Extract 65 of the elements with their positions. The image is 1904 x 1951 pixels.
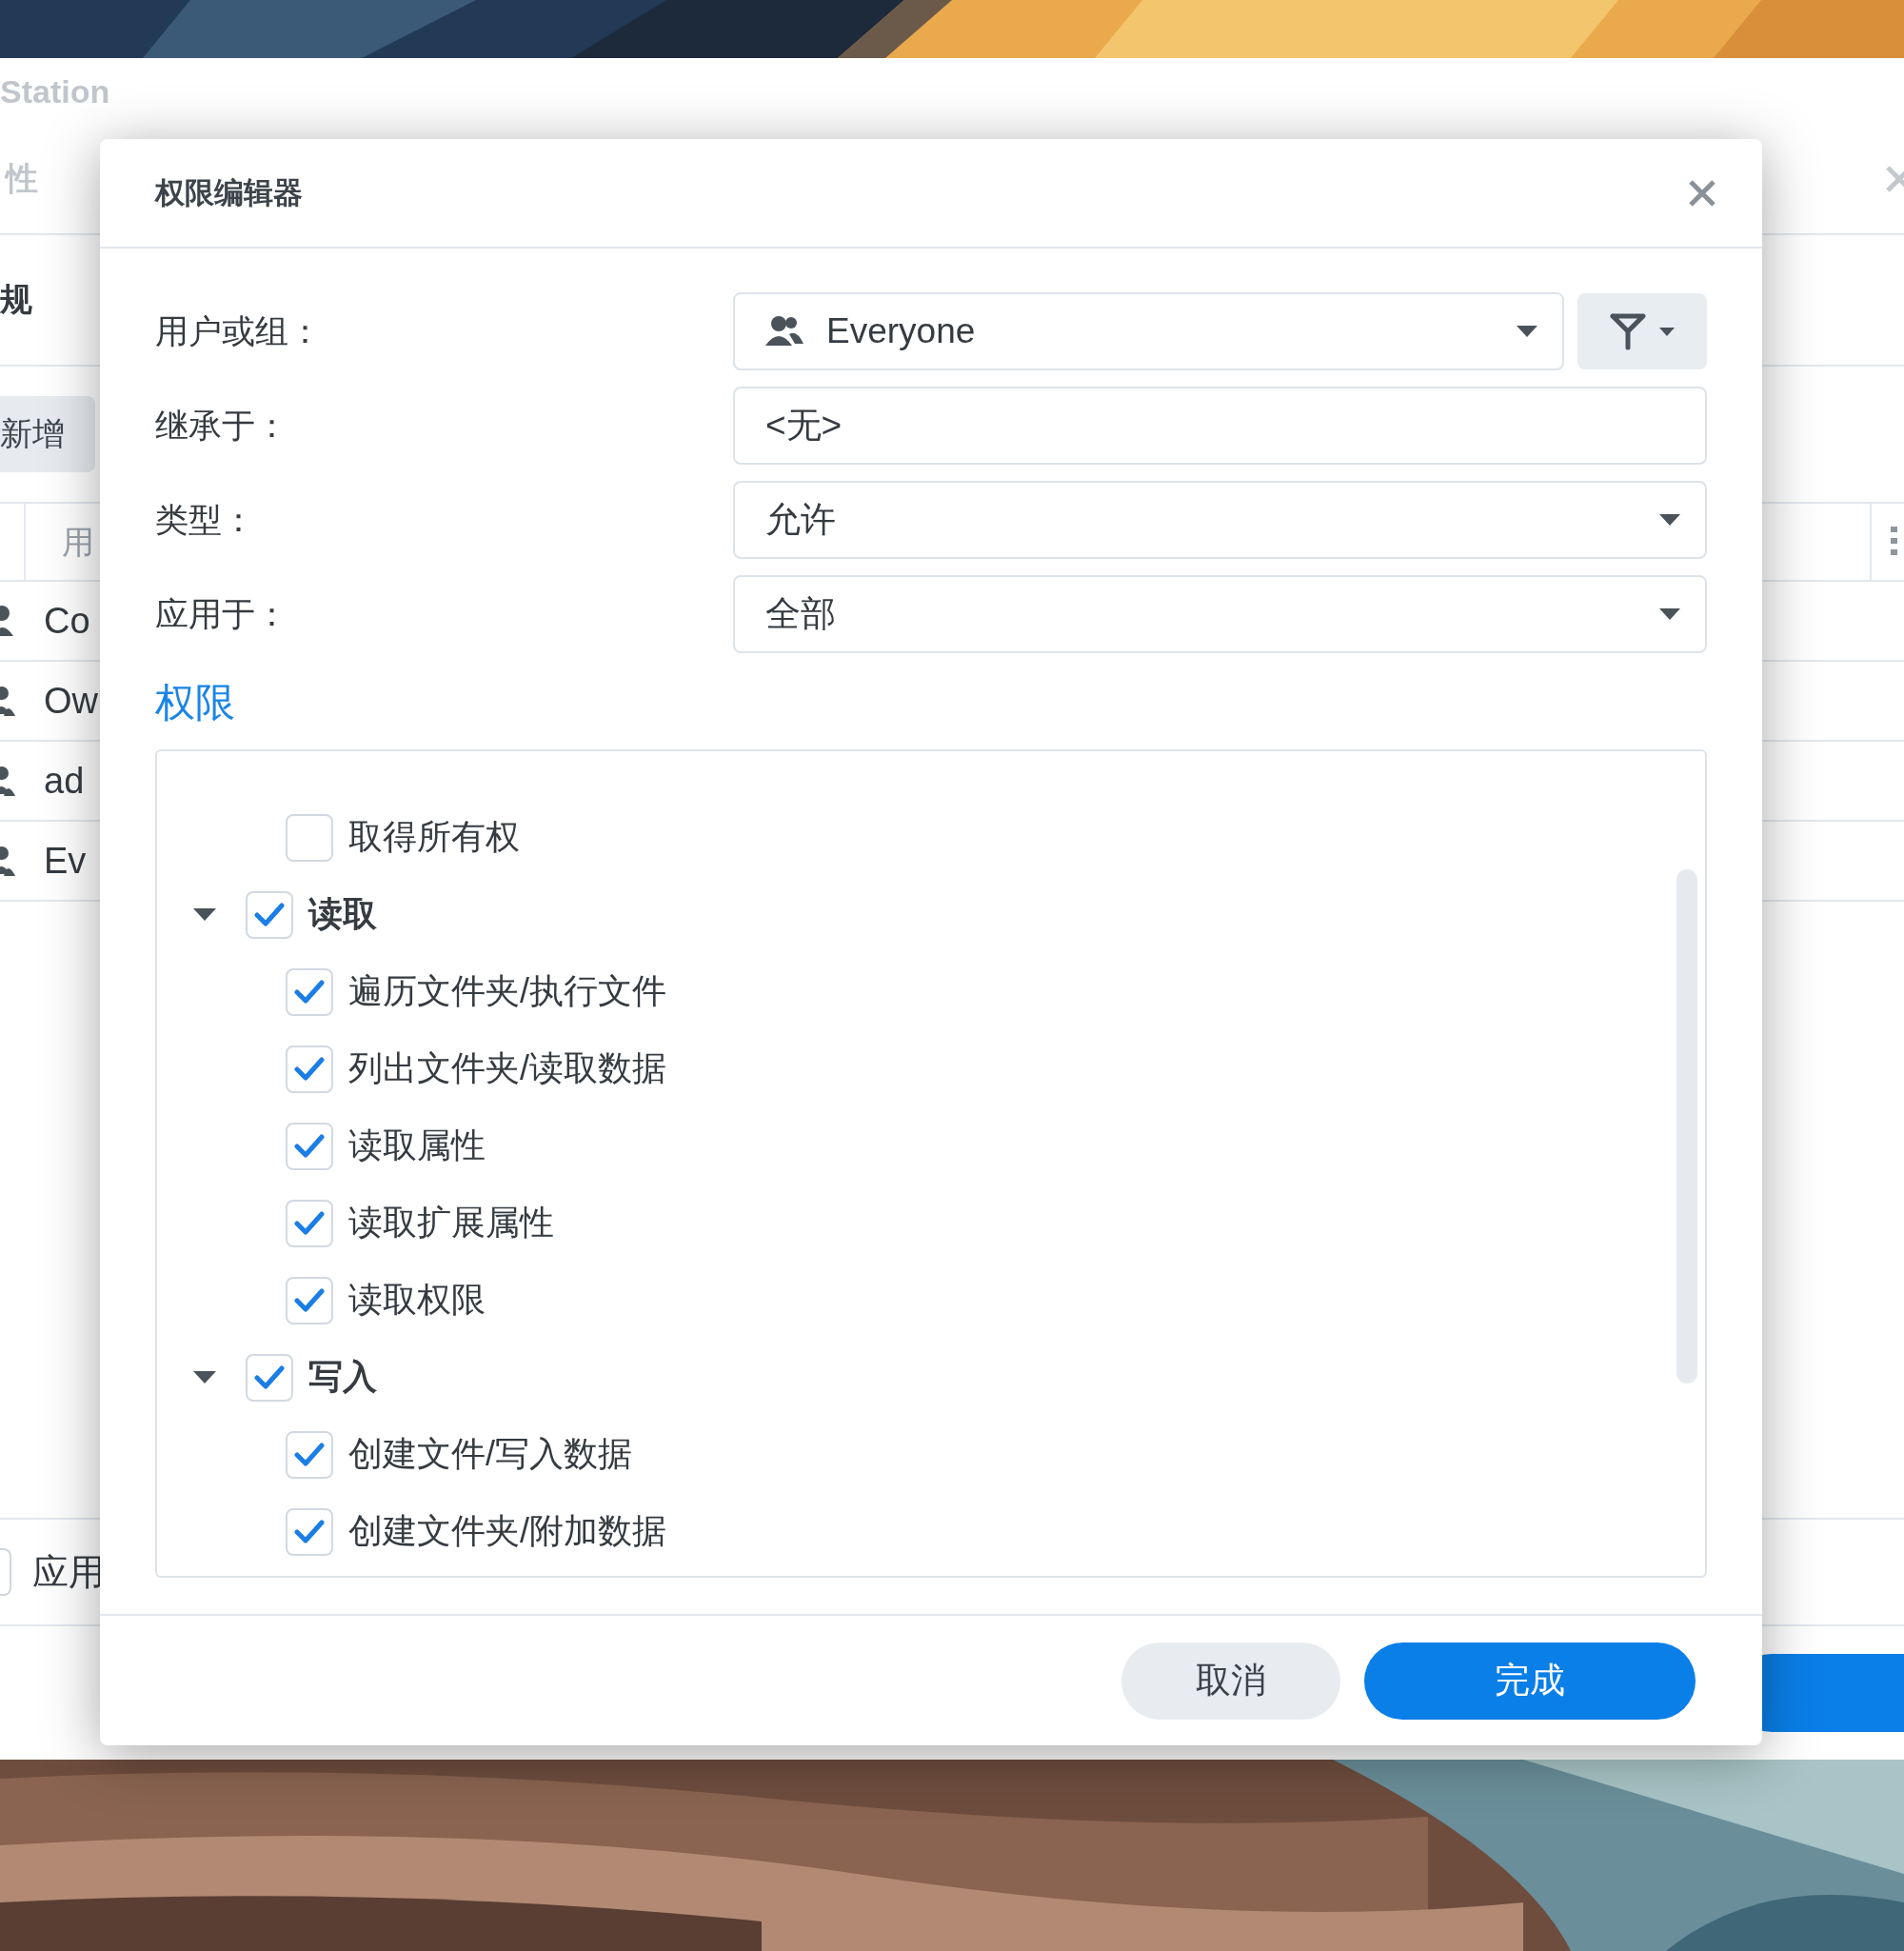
filter-button[interactable]: [1577, 293, 1707, 369]
cancel-button[interactable]: 取消: [1121, 1642, 1340, 1720]
checkmark-icon: [294, 1519, 325, 1544]
permission-label: 取得所有权: [348, 816, 520, 858]
select-field[interactable]: 允许: [733, 481, 1707, 559]
checkbox[interactable]: [246, 1353, 293, 1402]
field-label: 类型：: [155, 499, 256, 540]
checkmark-icon: [294, 1210, 325, 1236]
permission-label: 创建文件/写入数据: [348, 1433, 632, 1475]
checkmark-icon: [294, 1287, 325, 1313]
field-label: 用户或组：: [155, 310, 323, 351]
permission-label: 写入: [308, 1356, 377, 1398]
permission-label: 列出文件夹/读取数据: [348, 1047, 666, 1089]
close-icon[interactable]: [1688, 178, 1716, 208]
group-icon: [0, 764, 15, 798]
input-field[interactable]: <无>: [733, 387, 1707, 465]
checkmark-icon: [254, 1364, 285, 1390]
checkbox[interactable]: [246, 890, 293, 939]
group-icon: [0, 844, 15, 878]
caret-icon: [1517, 326, 1537, 337]
checkmark-icon: [294, 979, 325, 1005]
checkbox[interactable]: [286, 1199, 333, 1247]
checkbox[interactable]: [286, 1276, 333, 1324]
permission-label: 创建文件夹/附加数据: [348, 1510, 666, 1552]
caret-icon: [1659, 327, 1675, 336]
field-label: 应用于：: [155, 593, 289, 634]
permission-label: 读取扩展属性: [348, 1202, 554, 1244]
window-subtitle: 性: [3, 159, 39, 198]
select-field[interactable]: Everyone: [733, 292, 1564, 370]
checkbox[interactable]: [286, 1045, 333, 1093]
checkbox[interactable]: [286, 813, 333, 862]
user-icon: [0, 604, 15, 638]
window-title: Station: [0, 72, 110, 110]
field-label: 继承于：: [155, 405, 289, 446]
table-cell: Ow: [44, 680, 98, 722]
section-title: 权限: [155, 679, 236, 727]
more-icon[interactable]: [1891, 527, 1898, 555]
table-cell: Co: [44, 600, 90, 642]
checkbox[interactable]: [286, 1122, 333, 1170]
checkbox[interactable]: [0, 1548, 11, 1596]
permission-label: 读取权限: [348, 1279, 486, 1321]
select-field[interactable]: 全部: [733, 575, 1707, 653]
table-cell: Ev: [44, 840, 87, 882]
caret-icon[interactable]: [193, 907, 216, 922]
permission-label: 读取: [308, 893, 377, 935]
checkmark-icon: [294, 1133, 325, 1159]
scrollbar[interactable]: [1676, 869, 1697, 1384]
checkbox[interactable]: [286, 1430, 333, 1479]
add-button[interactable]: 新增: [0, 396, 95, 472]
permission-label: 读取属性: [348, 1125, 486, 1166]
caret-icon: [1659, 514, 1680, 526]
dialog-title: 权限编辑器: [155, 174, 303, 211]
done-button[interactable]: 完成: [1364, 1642, 1696, 1720]
checkmark-icon: [294, 1056, 325, 1082]
checkbox[interactable]: [286, 1507, 333, 1556]
permission-label: 遍历文件夹/执行文件: [348, 970, 666, 1012]
group-icon: [0, 684, 15, 718]
checkmark-icon: [294, 1442, 325, 1467]
checkmark-icon: [254, 902, 285, 927]
caret-icon[interactable]: [193, 1370, 216, 1384]
checkbox[interactable]: [286, 967, 333, 1016]
caret-icon: [1659, 608, 1680, 620]
filter-icon: [1610, 312, 1646, 350]
table-cell: ad: [44, 760, 85, 802]
group-icon: [765, 315, 803, 348]
